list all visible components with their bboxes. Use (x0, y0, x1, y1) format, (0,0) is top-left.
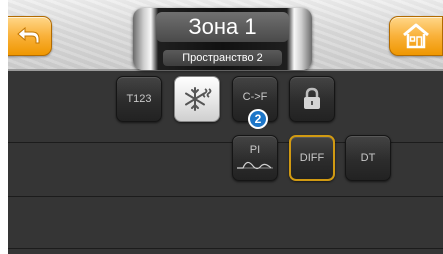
padlock-icon (304, 87, 320, 109)
dt-button[interactable]: DT (345, 135, 391, 181)
mode-button[interactable] (174, 76, 220, 122)
home-button[interactable] (389, 16, 443, 56)
c-to-f-label: C->F (242, 91, 268, 103)
t123-button[interactable]: T123 (116, 76, 162, 122)
wave-curve-icon (237, 161, 273, 170)
snowflake-heat-icon (185, 87, 212, 111)
dt-label: DT (360, 152, 376, 164)
home-icon (403, 23, 429, 49)
notification-badge: 2 (248, 109, 268, 129)
lock-button[interactable] (289, 76, 335, 122)
row-divider (8, 196, 443, 197)
row-divider (8, 248, 443, 249)
screen: Зона 1 Пространство 2 T123 C->F 2 PI DIF… (8, 0, 443, 254)
back-arrow-icon (17, 26, 40, 44)
t123-label: T123 (126, 93, 152, 105)
zone-title-capsule: Зона 1 Пространство 2 (133, 8, 312, 70)
pi-label: PI (249, 144, 261, 156)
pi-button[interactable]: PI (232, 135, 278, 181)
diff-button[interactable]: DIFF (289, 135, 335, 181)
diff-label: DIFF (299, 152, 325, 164)
zone-subtitle: Пространство 2 (163, 50, 282, 66)
back-button[interactable] (8, 16, 52, 56)
zone-title: Зона 1 (156, 12, 289, 42)
